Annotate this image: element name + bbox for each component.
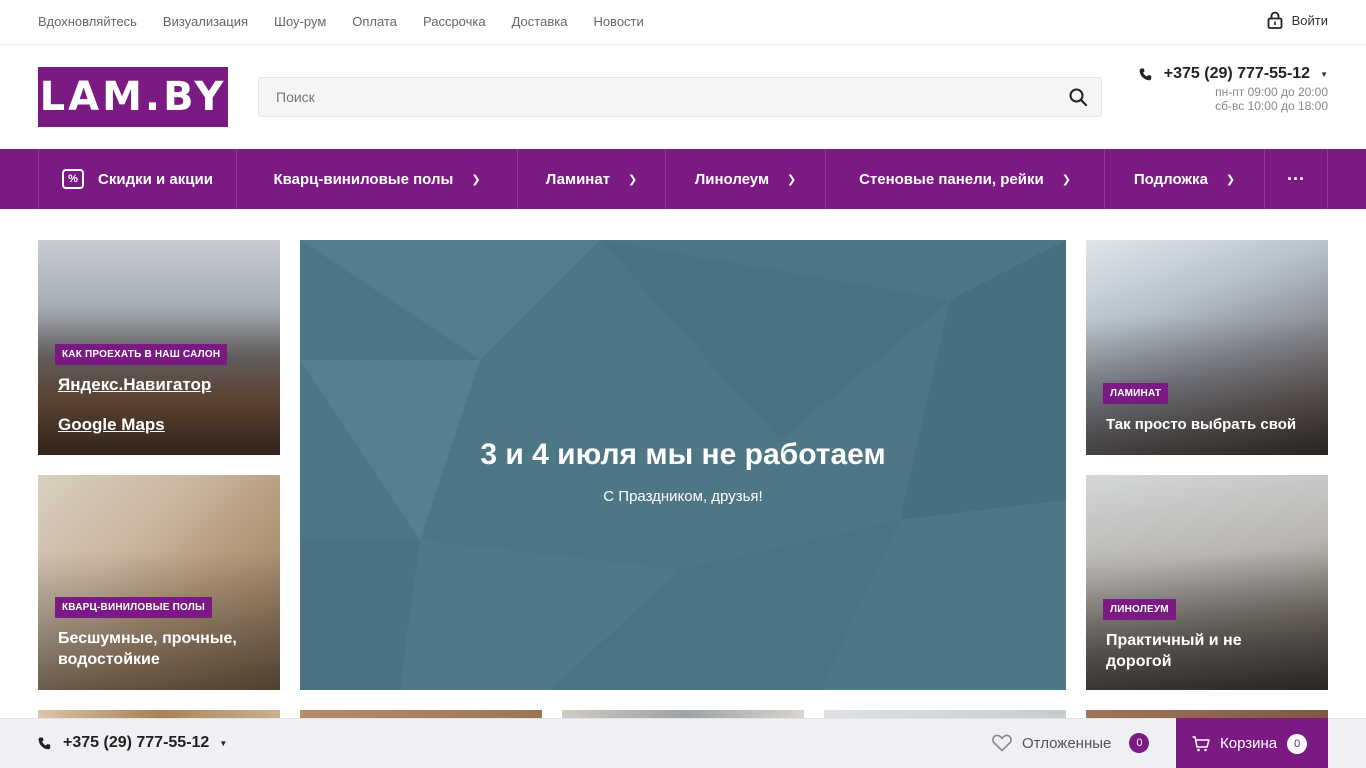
top-nav-delivery[interactable]: Доставка: [512, 14, 568, 29]
more-icon: ···: [1287, 168, 1305, 189]
nav-item-label: Скидки и акции: [98, 170, 213, 188]
nav-item-wall-panels[interactable]: Стеновые панели, рейки ❯: [826, 149, 1105, 209]
search-bar: [258, 77, 1102, 117]
heart-icon: [992, 734, 1012, 752]
tile-title: Практичный и не дорогой: [1106, 632, 1242, 670]
search-icon[interactable]: [1069, 88, 1087, 106]
phone-icon: [1139, 68, 1151, 80]
header-phone: +375 (29) 777-55-12 ▼ пн-пт 09:00 до 20:…: [1139, 65, 1328, 113]
cart-count-badge: 0: [1287, 733, 1308, 754]
top-nav-installments[interactable]: Рассрочка: [423, 14, 486, 29]
product-tile[interactable]: [300, 710, 542, 718]
chevron-down-icon: ❯: [1061, 173, 1071, 186]
bottom-phone-dropdown[interactable]: +375 (29) 777-55-12 ▼: [38, 734, 227, 752]
hours-weekday: пн-пт 09:00 до 20:00: [1215, 85, 1328, 99]
nav-item-label: Линолеум: [694, 170, 770, 188]
top-nav-showroom[interactable]: Шоу-рум: [274, 14, 326, 29]
laminate-tile[interactable]: Ламинат Так просто выбрать свой: [1086, 240, 1328, 455]
bottom-bar: +375 (29) 777-55-12 ▼ Отложенные 0 Корзи…: [0, 718, 1366, 768]
chevron-down-icon: ▼: [219, 738, 228, 748]
tile-tag: Как проехать в наш салон: [55, 344, 228, 365]
nav-item-linoleum[interactable]: Линолеум ❯: [666, 149, 826, 209]
hero-subtitle: С Праздником, друзья!: [603, 488, 763, 505]
vinyl-tile[interactable]: Кварц-виниловые полы Бесшумные, прочные,…: [38, 475, 280, 690]
store-directions-tile[interactable]: Как проехать в наш салон Яндекс.Навигато…: [38, 240, 280, 455]
product-tile[interactable]: [38, 710, 280, 718]
deferred-count-badge: 0: [1129, 733, 1150, 753]
hours-weekend: сб-вс 10:00 до 18:00: [1215, 99, 1328, 113]
nav-item-label: Кварц-виниловые полы: [273, 170, 454, 188]
linoleum-tile[interactable]: Линолеум Практичный и не дорогой: [1086, 475, 1328, 690]
cart-label: Корзина: [1220, 735, 1278, 752]
chevron-down-icon: ❯: [471, 173, 481, 186]
chevron-down-icon: ▼: [1320, 69, 1328, 79]
top-nav-inspire[interactable]: Вдохновляйтесь: [38, 14, 137, 29]
nav-item-label: Стеновые панели, рейки: [859, 170, 1044, 188]
hero-title: 3 и 4 июля мы не работаем: [480, 438, 886, 471]
tile-title: Бесшумные, прочные, водостойкие: [58, 630, 237, 668]
tile-tag: Линолеум: [1103, 599, 1176, 620]
chevron-down-icon: ❯: [1225, 173, 1236, 186]
nav-item-underlay[interactable]: Подложка ❯: [1105, 149, 1265, 209]
tile-tag: Кварц-виниловые полы: [55, 597, 212, 618]
top-nav-payment[interactable]: Оплата: [352, 14, 397, 29]
chevron-down-icon: ❯: [628, 173, 638, 186]
phone-number: +375 (29) 777-55-12: [63, 734, 210, 751]
tile-tag: Ламинат: [1103, 383, 1169, 404]
nav-item-label: Подложка: [1133, 170, 1208, 188]
site-logo[interactable]: LAM.BY: [38, 67, 228, 127]
hero-banner[interactable]: 3 и 4 июля мы не работаем С Праздником, …: [300, 240, 1066, 690]
product-tile[interactable]: [562, 710, 804, 718]
tile-title: Так просто выбрать свой: [1106, 416, 1297, 433]
product-tile[interactable]: [1086, 710, 1328, 718]
login-button[interactable]: Войти: [1267, 11, 1328, 29]
nav-item-label: Ламинат: [545, 170, 611, 188]
cart-icon: [1192, 735, 1210, 751]
phone-number: +375 (29) 777-55-12: [1163, 65, 1311, 82]
lock-icon: [1267, 11, 1283, 29]
top-nav: Вдохновляйтесь Визуализация Шоу-рум Опла…: [38, 0, 644, 42]
deferred-button[interactable]: Отложенные 0: [992, 733, 1150, 753]
yandex-navigator-link[interactable]: Яндекс.Навигатор: [58, 375, 211, 395]
nav-item-laminate[interactable]: Ламинат ❯: [518, 149, 666, 209]
logo-text: LAM.BY: [39, 74, 227, 120]
phone-dropdown[interactable]: +375 (29) 777-55-12 ▼: [1139, 65, 1328, 83]
percent-icon: %: [62, 169, 85, 189]
deferred-label: Отложенные: [1022, 734, 1112, 752]
google-maps-link[interactable]: Google Maps: [58, 415, 165, 435]
product-tile[interactable]: [824, 710, 1066, 718]
nav-more-button[interactable]: ···: [1265, 149, 1327, 209]
chevron-down-icon: ❯: [787, 173, 797, 186]
search-input[interactable]: [259, 78, 1039, 116]
login-label: Войти: [1291, 12, 1328, 28]
main-nav: % Скидки и акции Кварц-виниловые полы ❯ …: [0, 149, 1366, 209]
top-nav-visualization[interactable]: Визуализация: [163, 14, 248, 29]
phone-icon: [38, 737, 51, 749]
top-nav-news[interactable]: Новости: [593, 14, 643, 29]
top-bar: Вдохновляйтесь Визуализация Шоу-рум Опла…: [0, 0, 1366, 45]
cart-button[interactable]: Корзина 0: [1176, 718, 1328, 768]
nav-item-sales[interactable]: % Скидки и акции: [39, 149, 237, 209]
nav-item-vinyl[interactable]: Кварц-виниловые полы ❯: [237, 149, 518, 209]
